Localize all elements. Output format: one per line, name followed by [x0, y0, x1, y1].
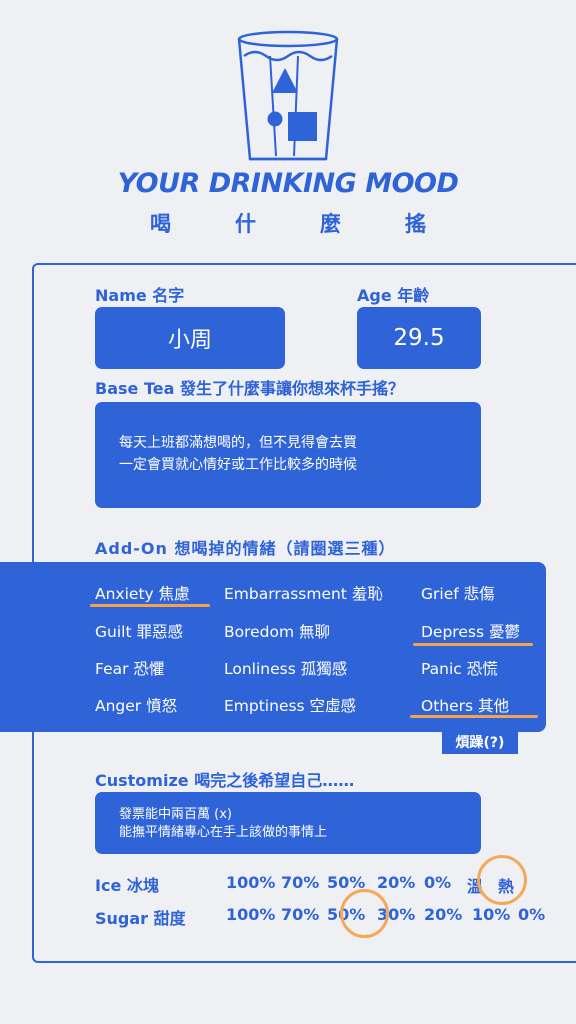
ice-option-0[interactable]: 0%	[424, 873, 451, 892]
sugar-option-70[interactable]: 70%	[281, 905, 319, 924]
emotion-boredom[interactable]: Boredom 無聊	[224, 620, 330, 642]
page-subtitle: 喝什麼搖	[150, 212, 490, 236]
customize-label: Customize 喝完之後希望自己……	[95, 771, 355, 790]
emotion-fear[interactable]: Fear 恐懼	[95, 657, 164, 679]
addon-label: Add-On 想喝掉的情緒（請圈選三種）	[95, 539, 396, 558]
page-title: YOUR DRINKING MOOD	[117, 168, 459, 199]
customize-field[interactable]: 發票能中兩百萬 (x) 能撫平情緒專心在手上該做的事情上	[95, 792, 481, 854]
drink-cup-icon	[237, 30, 339, 161]
sugar-options: 100% 70% 50% 30% 20% 10% 0%	[0, 905, 576, 927]
emotion-others[interactable]: Others 其他	[421, 694, 509, 716]
basetea-field[interactable]: 每天上班都滿想喝的，但不見得會去買 一定會買就心情好或工作比較多的時候	[95, 402, 481, 508]
emotion-anxiety[interactable]: Anxiety 焦慮	[95, 582, 190, 604]
age-label: Age 年齡	[357, 286, 430, 305]
sugar-selection-circle	[340, 889, 389, 938]
customize-line: 發票能中兩百萬 (x)	[119, 807, 232, 822]
name-field[interactable]: 小周	[95, 307, 285, 369]
basetea-line: 一定會買就心情好或工作比較多的時候	[119, 457, 357, 473]
basetea-label: Base Tea 發生了什麼事讓你想來杯手搖？	[95, 379, 404, 398]
emotion-embarrassment[interactable]: Embarrassment 羞恥	[224, 582, 383, 604]
sugar-option-0[interactable]: 0%	[518, 905, 545, 924]
selection-underline-depress	[413, 643, 533, 646]
ice-option-100[interactable]: 100%	[226, 873, 275, 892]
emotion-anger[interactable]: Anger 憤怒	[95, 694, 177, 716]
sugar-option-10[interactable]: 10%	[472, 905, 510, 924]
basetea-line: 每天上班都滿想喝的，但不見得會去買	[119, 435, 357, 451]
sugar-option-20[interactable]: 20%	[424, 905, 462, 924]
emotion-grief[interactable]: Grief 悲傷	[421, 582, 495, 604]
age-field[interactable]: 29.5	[357, 307, 481, 369]
sugar-option-100[interactable]: 100%	[226, 905, 275, 924]
ice-option-20[interactable]: 20%	[377, 873, 415, 892]
emotion-emptiness[interactable]: Emptiness 空虛感	[224, 694, 356, 716]
others-note-tag: 煩躁(?)	[442, 732, 518, 754]
ice-selection-circle	[477, 855, 527, 905]
emotion-depress[interactable]: Depress 憂鬱	[421, 620, 520, 642]
emotion-panic[interactable]: Panic 恐慌	[421, 657, 498, 679]
ice-option-70[interactable]: 70%	[281, 873, 319, 892]
selection-underline-anxiety	[90, 604, 210, 607]
customize-line: 能撫平情緒專心在手上該做的事情上	[119, 825, 328, 840]
emotion-guilt[interactable]: Guilt 罪惡感	[95, 620, 183, 642]
emotion-loneliness[interactable]: Lonliness 孤獨感	[224, 657, 347, 679]
selection-underline-others	[410, 715, 538, 718]
name-label: Name 名字	[95, 286, 185, 305]
